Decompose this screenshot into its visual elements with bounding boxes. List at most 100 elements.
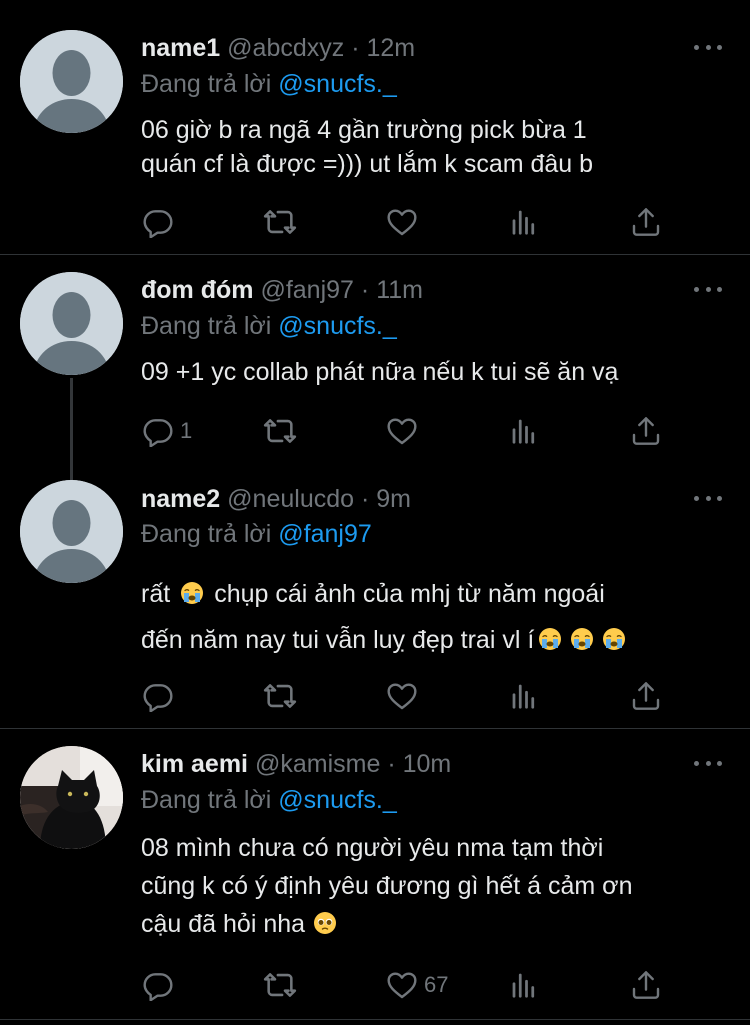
analytics-icon (509, 681, 539, 711)
more-options-icon[interactable] (694, 42, 722, 52)
like-icon (386, 680, 418, 712)
timestamp[interactable]: 12m (367, 34, 416, 62)
analytics-icon (509, 970, 539, 1000)
user-handle[interactable]: @abcdxyz (227, 34, 344, 62)
text-segment: đến năm nay tui vẫn luỵ đẹp trai vl í (141, 626, 535, 654)
share-icon (630, 415, 662, 447)
display-name[interactable]: name1 (141, 34, 220, 62)
replying-label: Đang trả lời (141, 520, 272, 548)
divider (0, 1019, 750, 1020)
action-bar (0, 678, 750, 714)
retweet-icon (263, 968, 297, 1002)
share-icon (630, 680, 662, 712)
tweet-header: name2 @neulucdo · 9m (141, 482, 411, 516)
tweet-name1[interactable]: name1 @abcdxyz · 12m Đang trả lời @snucf… (0, 0, 750, 254)
share-button[interactable] (630, 204, 662, 240)
replying-to: Đang trả lời @snucfs._ (141, 67, 397, 101)
default-profile-icon (20, 30, 123, 133)
analytics-button[interactable] (509, 413, 539, 449)
text-segment: rất (141, 580, 171, 608)
tweet-text-line: cũng k có ý định yêu đương gì hết á cảm … (141, 872, 633, 900)
tweet-text: 09 +1 yc collab phát nữa nếu k tui sẽ ăn… (141, 355, 731, 389)
retweet-button[interactable] (263, 413, 297, 449)
mention-link[interactable]: @snucfs._ (278, 70, 396, 98)
crying-emoji (570, 627, 594, 651)
like-count: 67 (424, 972, 449, 997)
reply-button[interactable]: 1 (142, 413, 192, 449)
reply-button[interactable] (142, 678, 180, 714)
separator-dot: · (360, 485, 370, 513)
like-button[interactable] (386, 678, 424, 714)
user-handle[interactable]: @kamisme (255, 750, 380, 778)
retweet-icon (263, 205, 297, 239)
crying-emoji (180, 581, 204, 605)
tweet-dom-dom[interactable]: đom đóm @fanj97 · 11m Đang trả lời @snuc… (0, 255, 750, 480)
tweet-header: đom đóm @fanj97 · 11m (141, 273, 423, 307)
mention-link[interactable]: @fanj97 (278, 520, 372, 548)
replying-to: Đang trả lời @snucfs._ (141, 309, 397, 343)
retweet-button[interactable] (263, 967, 297, 1003)
text-segment: chụp cái ảnh của mhj từ năm ngoái (214, 580, 605, 608)
mention-link[interactable]: @snucfs._ (278, 312, 396, 340)
crying-emoji (538, 627, 562, 651)
tweet-header: kim aemi @kamisme · 10m (141, 747, 451, 781)
analytics-button[interactable] (509, 204, 539, 240)
replying-label: Đang trả lời (141, 312, 272, 340)
more-options-icon[interactable] (694, 758, 722, 768)
action-bar: 1 (0, 413, 750, 449)
avatar[interactable] (20, 480, 123, 583)
timestamp[interactable]: 9m (376, 485, 411, 513)
retweet-button[interactable] (263, 678, 297, 714)
analytics-button[interactable] (509, 678, 539, 714)
reply-icon (142, 415, 174, 447)
display-name[interactable]: kim aemi (141, 750, 248, 778)
text-segment: cậu đã hỏi nha (141, 910, 306, 938)
user-handle[interactable]: @neulucdo (227, 485, 354, 513)
crying-emoji (602, 627, 626, 651)
avatar[interactable] (20, 746, 123, 849)
share-button[interactable] (630, 678, 662, 714)
share-button[interactable] (630, 413, 662, 449)
reply-button[interactable] (142, 967, 180, 1003)
tweet-text-line: 06 giờ b ra ngã 4 gần trường pick bừa 1 (141, 116, 587, 144)
display-name[interactable]: đom đóm (141, 276, 254, 304)
tweet-kim-aemi[interactable]: kim aemi @kamisme · 10m Đang trả lời @sn… (0, 729, 750, 1019)
reply-button[interactable] (142, 204, 180, 240)
default-profile-icon (20, 480, 123, 583)
user-handle[interactable]: @fanj97 (260, 276, 354, 304)
replying-to: Đang trả lời @fanj97 (141, 517, 372, 551)
like-icon (386, 969, 418, 1001)
tweet-text-line: 09 +1 yc collab phát nữa nếu k tui sẽ ăn… (141, 358, 619, 386)
separator-dot: · (360, 276, 370, 304)
tweet-text-line: quán cf là được =))) ut lắm k scam đâu b (141, 150, 594, 178)
timestamp[interactable]: 11m (376, 276, 423, 304)
like-button[interactable]: 67 (386, 967, 448, 1003)
avatar[interactable] (20, 30, 123, 133)
like-button[interactable] (386, 204, 424, 240)
retweet-icon (263, 679, 297, 713)
pleading-emoji (313, 911, 337, 935)
reply-icon (142, 680, 174, 712)
tweet-text-line: cậu đã hỏi nha (141, 905, 731, 943)
like-icon (386, 415, 418, 447)
tweet-text-line: đến năm nay tui vẫn luỵ đẹp trai vl í (141, 617, 731, 663)
tweet-name2[interactable]: name2 @neulucdo · 9m Đang trả lời @fanj9… (0, 480, 750, 728)
share-button[interactable] (630, 967, 662, 1003)
like-icon (386, 206, 418, 238)
avatar[interactable] (20, 272, 123, 375)
default-profile-icon (20, 272, 123, 375)
reply-count: 1 (180, 418, 193, 443)
analytics-icon (509, 207, 539, 237)
tweet-header: name1 @abcdxyz · 12m (141, 31, 415, 65)
retweet-button[interactable] (263, 204, 297, 240)
more-options-icon[interactable] (694, 493, 722, 503)
reply-feed: name1 @abcdxyz · 12m Đang trả lời @snucf… (0, 0, 750, 1025)
timestamp[interactable]: 10m (403, 750, 452, 778)
like-button[interactable] (386, 413, 424, 449)
analytics-icon (509, 416, 539, 446)
tweet-text: rất chụp cái ảnh của mhj từ năm ngoái đến… (141, 571, 731, 663)
analytics-button[interactable] (509, 967, 539, 1003)
more-options-icon[interactable] (694, 284, 722, 294)
mention-link[interactable]: @snucfs._ (278, 786, 396, 814)
display-name[interactable]: name2 (141, 485, 220, 513)
